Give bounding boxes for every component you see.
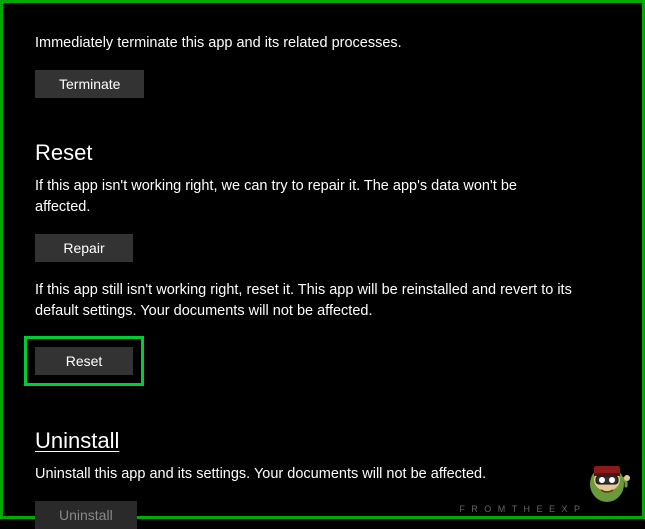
reset-button[interactable]: Reset bbox=[35, 347, 133, 375]
terminate-button[interactable]: Terminate bbox=[35, 70, 144, 98]
reset-highlight-box: Reset bbox=[24, 336, 144, 386]
repair-button[interactable]: Repair bbox=[35, 234, 133, 262]
terminate-description: Immediately terminate this app and its r… bbox=[35, 31, 575, 54]
uninstall-button[interactable]: Uninstall bbox=[35, 501, 137, 529]
uninstall-heading: Uninstall bbox=[35, 428, 610, 454]
watermark-text: F R O M T H E E X P bbox=[459, 504, 582, 514]
reset-heading: Reset bbox=[35, 140, 610, 166]
uninstall-description: Uninstall this app and its settings. You… bbox=[35, 464, 575, 485]
repair-description: If this app isn't working right, we can … bbox=[35, 176, 575, 218]
reset-description: If this app still isn't working right, r… bbox=[35, 280, 575, 322]
mascot-icon bbox=[584, 460, 630, 506]
